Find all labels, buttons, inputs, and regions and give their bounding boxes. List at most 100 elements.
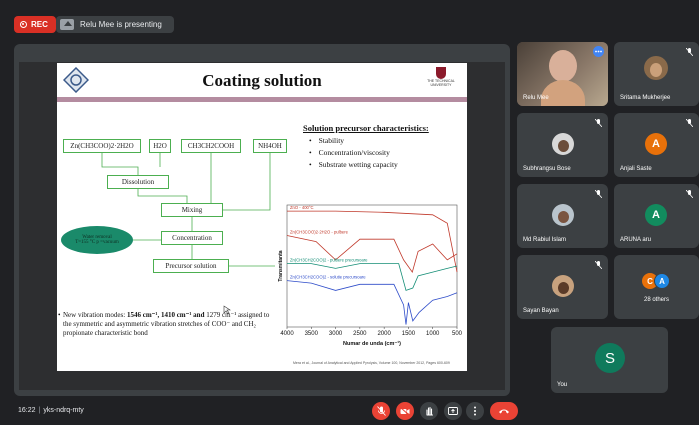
participant-tile-others[interactable]: C A 28 others xyxy=(614,255,699,319)
box-dissolution: Dissolution xyxy=(107,175,169,189)
meeting-info: 16:22 | yks-ndrq-mty xyxy=(18,407,84,414)
avatar: S xyxy=(595,343,625,373)
vibration-modes-text: • New vibration modes: 1546 cm⁻¹, 1410 c… xyxy=(58,311,270,338)
participant-name: ARUNA aru xyxy=(620,237,652,243)
mic-off-icon xyxy=(595,190,602,198)
box-concentration: Concentration xyxy=(161,231,223,245)
participant-name: Anjali Saste xyxy=(620,166,652,172)
mic-off-icon xyxy=(686,48,693,56)
x-tick-label: 500 xyxy=(452,331,463,337)
meet-window: REC Relu Mee is presenting Coating solut… xyxy=(0,0,699,425)
top-bar: REC Relu Mee is presenting xyxy=(0,0,699,40)
x-tick-label: 2500 xyxy=(353,331,367,337)
chart-caption: Mera et al., Journal of Analytical and A… xyxy=(293,361,450,365)
x-axis-label: Numar de unda (cm⁻¹) xyxy=(343,340,401,347)
series-label: Zn(CH3COO)2·2H2O - pulbere xyxy=(290,230,349,235)
meeting-time: 16:22 xyxy=(18,407,36,414)
list-item: Substrate wetting capacity xyxy=(309,160,398,169)
participant-tile-subhrangsu[interactable]: Subhrangsu Bose xyxy=(517,113,608,177)
university-logo: THE TECHNICAL UNIVERSITY xyxy=(421,67,461,97)
box-precursor: Precursor solution xyxy=(153,259,229,273)
vibration-bold: 1546 cm⁻¹, 1410 cm⁻¹ and xyxy=(126,311,205,319)
camera-toggle-button[interactable] xyxy=(396,402,414,420)
recording-badge: REC xyxy=(14,16,56,33)
present-now-button[interactable] xyxy=(444,402,462,420)
camera-off-icon xyxy=(400,406,410,416)
x-tick-label: 3500 xyxy=(305,331,319,337)
participant-tile-anjali[interactable]: A Anjali Saste xyxy=(614,113,699,177)
series-label: Zn(CH3CH2COO)2 - solutie precursoare xyxy=(290,275,366,280)
participant-name: 28 others xyxy=(644,297,670,303)
avatar: A xyxy=(645,204,667,226)
mic-toggle-button[interactable] xyxy=(372,402,390,420)
precursor-characteristics-list: Stability Concentration/viscosity Substr… xyxy=(309,136,398,172)
x-tick-label: 4000 xyxy=(280,331,294,337)
vibration-text-a: New vibration modes: xyxy=(63,311,127,319)
box-acetic-acid: CH3CH2COOH xyxy=(181,139,241,153)
participant-tile-sayan[interactable]: Sayan Bayan xyxy=(517,255,608,319)
participant-name: Sayan Bayan xyxy=(523,308,559,314)
participant-tile-relu-mee[interactable]: Relu Mee xyxy=(517,42,608,106)
more-options-button[interactable] xyxy=(466,402,484,420)
participant-name: You xyxy=(557,382,568,388)
slide: Coating solution THE TECHNICAL UNIVERSIT… xyxy=(57,63,467,371)
chart-plot-area xyxy=(286,204,458,328)
box-zinc-acetate: Zn(CH3COO)2·2H2O xyxy=(63,139,141,153)
meeting-code: yks-ndrq-mty xyxy=(43,407,84,414)
participant-name: Md Rabiul Islam xyxy=(523,237,567,243)
slide-title: Coating solution xyxy=(202,71,322,90)
mouse-cursor-icon xyxy=(223,305,231,315)
water-removal-line2: T=155 °C p =vacuum xyxy=(75,240,119,245)
mic-off-icon xyxy=(686,119,693,127)
presenting-chip[interactable]: Relu Mee is presenting xyxy=(56,16,174,33)
participant-tile-aruna[interactable]: A ARUNA aru xyxy=(614,184,699,248)
x-tick-label: 1000 xyxy=(426,331,440,337)
hang-up-icon xyxy=(499,409,509,414)
university-shield-icon xyxy=(436,67,446,79)
avatar xyxy=(552,204,574,226)
participant-name: Sritama Mukherjee xyxy=(620,95,671,101)
present-screen-icon xyxy=(60,19,74,30)
mic-off-icon xyxy=(376,406,386,416)
mic-off-icon xyxy=(595,261,602,269)
avatar xyxy=(552,133,574,155)
shared-screen: Coating solution THE TECHNICAL UNIVERSIT… xyxy=(19,62,505,390)
title-underline xyxy=(57,97,467,102)
avatar xyxy=(552,275,574,297)
mic-off-icon xyxy=(686,190,693,198)
participant-tile-md-rabiul[interactable]: Md Rabiul Islam xyxy=(517,184,608,248)
bottom-bar: 16:22 | yks-ndrq-mty xyxy=(0,398,699,425)
box-mixing: Mixing xyxy=(161,203,223,217)
speaker-face xyxy=(549,50,577,82)
water-removal-oval: Water removal T=155 °C p =vacuum xyxy=(61,226,133,254)
presenting-text: Relu Mee is presenting xyxy=(80,20,162,29)
participant-name: Subhrangsu Bose xyxy=(523,166,571,172)
hand-icon xyxy=(425,406,433,416)
participant-tile-sritama[interactable]: Sritama Mukherjee xyxy=(614,42,699,106)
avatar: A xyxy=(654,273,670,289)
list-item: Concentration/viscosity xyxy=(309,148,398,157)
recording-label: REC xyxy=(31,20,48,29)
x-tick-label: 2000 xyxy=(377,331,391,337)
presentation-stage: Coating solution THE TECHNICAL UNIVERSIT… xyxy=(14,44,510,396)
more-vertical-icon xyxy=(474,406,476,416)
participant-name: Relu Mee xyxy=(523,95,549,101)
leave-call-button[interactable] xyxy=(490,402,518,420)
list-item: Stability xyxy=(309,136,398,145)
box-ammonia: NH4OH xyxy=(253,139,287,153)
series-label: Zn(CH3CH2COO)2 - pulbere precursoare xyxy=(290,258,368,263)
more-options-icon[interactable] xyxy=(593,46,604,57)
y-axis-label: Transmitanta xyxy=(278,250,284,281)
avatar xyxy=(644,56,668,80)
record-icon xyxy=(20,21,27,28)
university-logo-text: THE TECHNICAL UNIVERSITY xyxy=(427,79,455,87)
avatar: A xyxy=(645,133,667,155)
raise-hand-button[interactable] xyxy=(420,402,438,420)
box-water: H2O xyxy=(149,139,171,153)
present-icon xyxy=(448,406,458,415)
mic-off-icon xyxy=(595,119,602,127)
x-tick-label: 1500 xyxy=(402,331,416,337)
series-label: ZnO - 400°C xyxy=(290,205,314,210)
ftir-chart: ZnO - 400°C Zn(CH3COO)2·2H2O - pulbere Zn(… xyxy=(278,204,463,347)
participant-tile-you[interactable]: S You xyxy=(551,327,668,393)
